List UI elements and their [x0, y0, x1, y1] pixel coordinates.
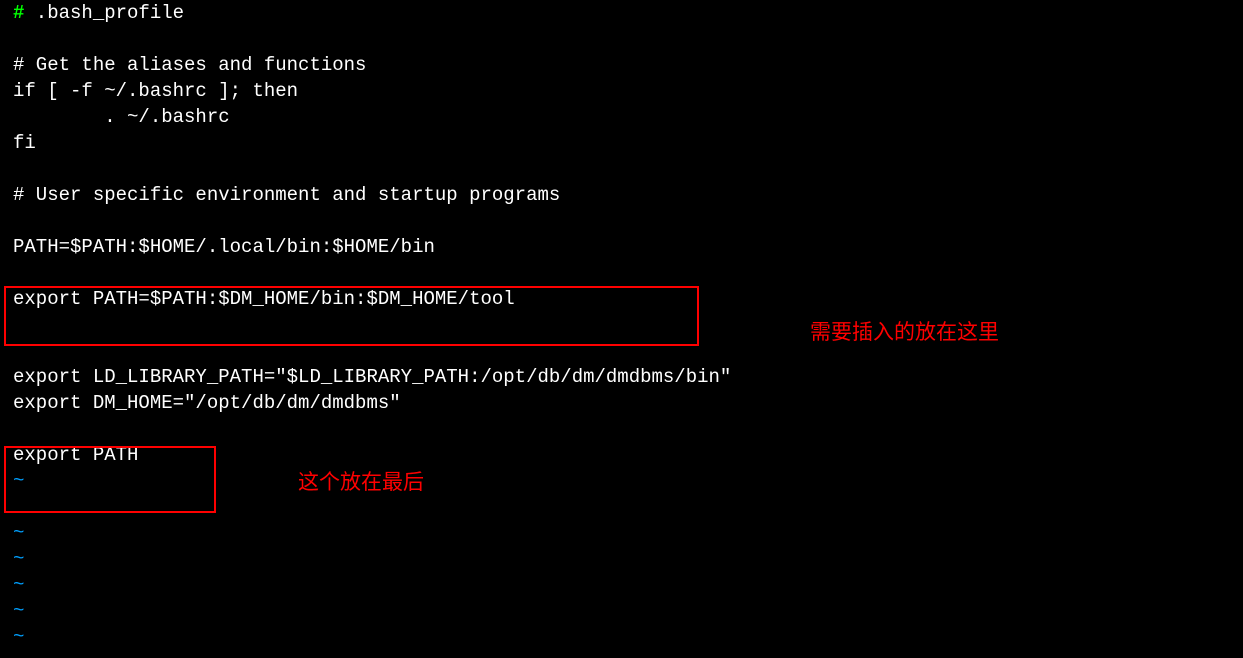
- code-line: # User specific environment and startup …: [0, 182, 1243, 208]
- code-line: export PATH: [0, 442, 1243, 468]
- code-line: PATH=$PATH:$HOME/.local/bin:$HOME/bin: [0, 234, 1243, 260]
- code-line: . ~/.bashrc: [0, 104, 1243, 130]
- code-line: if [ -f ~/.bashrc ]; then: [0, 78, 1243, 104]
- code-line: # .bash_profile: [0, 0, 1243, 26]
- code-line: [0, 416, 1243, 442]
- code-line: [0, 494, 1243, 520]
- vim-tilde-line: ~: [0, 546, 1243, 572]
- code-line: [0, 312, 1243, 338]
- vim-tilde-line: ~: [0, 598, 1243, 624]
- code-line: [0, 338, 1243, 364]
- terminal-editor[interactable]: # .bash_profile # Get the aliases and fu…: [0, 0, 1243, 658]
- code-line: export PATH=$PATH:$DM_HOME/bin:$DM_HOME/…: [0, 286, 1243, 312]
- code-line: # Get the aliases and functions: [0, 52, 1243, 78]
- code-line: fi: [0, 130, 1243, 156]
- annotation-put-last: 这个放在最后: [298, 470, 424, 496]
- code-line: [0, 208, 1243, 234]
- code-line: export LD_LIBRARY_PATH="$LD_LIBRARY_PATH…: [0, 364, 1243, 390]
- hash-comment-icon: #: [13, 0, 24, 26]
- vim-tilde-line: ~: [0, 520, 1243, 546]
- vim-tilde-line: ~: [0, 468, 1243, 494]
- vim-tilde-line: ~: [0, 572, 1243, 598]
- code-text: .bash_profile: [24, 2, 184, 24]
- code-line: [0, 260, 1243, 286]
- code-line: export DM_HOME="/opt/db/dm/dmdbms": [0, 390, 1243, 416]
- annotation-insert-here: 需要插入的放在这里: [810, 320, 999, 346]
- code-line: [0, 26, 1243, 52]
- vim-tilde-line: ~: [0, 624, 1243, 650]
- code-line: [0, 156, 1243, 182]
